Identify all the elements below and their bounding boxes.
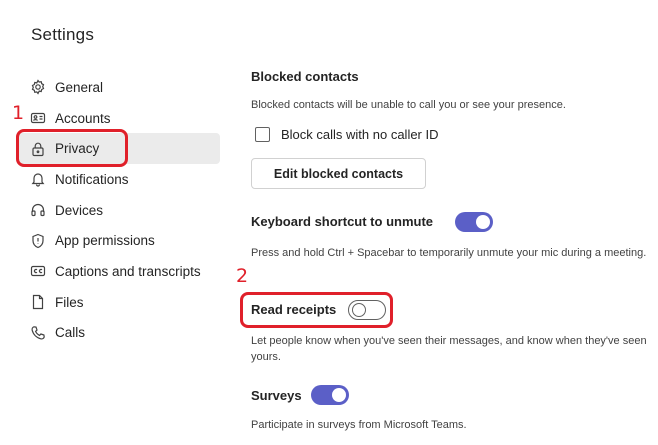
id-card-icon [30, 110, 46, 126]
block-no-caller-id-checkbox[interactable] [255, 127, 270, 142]
phone-icon [30, 325, 46, 341]
bell-icon [30, 171, 46, 187]
sidebar-item-label: Captions and transcripts [55, 263, 201, 279]
block-no-caller-id-row[interactable]: Block calls with no caller ID [255, 127, 439, 142]
headset-icon [30, 202, 46, 218]
settings-sidebar: General Accounts Privacy Notifications D… [16, 72, 220, 348]
keyboard-shortcut-toggle[interactable] [455, 212, 493, 232]
sidebar-item-calls[interactable]: Calls [16, 318, 220, 349]
sidebar-item-files[interactable]: Files [16, 287, 220, 318]
blocked-contacts-description: Blocked contacts will be unable to call … [251, 99, 566, 111]
surveys-toggle[interactable] [311, 385, 349, 405]
toggle-knob [332, 388, 346, 402]
sidebar-item-captions[interactable]: Captions and transcripts [16, 256, 220, 287]
read-receipts-description: Let people know when you've seen their m… [251, 335, 647, 363]
sidebar-item-label: General [55, 79, 104, 95]
edit-blocked-contacts-button[interactable]: Edit blocked contacts [251, 158, 426, 189]
sidebar-item-general[interactable]: General [16, 72, 220, 103]
block-no-caller-id-label: Block calls with no caller ID [281, 127, 439, 142]
surveys-heading: Surveys [251, 388, 302, 403]
keyboard-shortcut-heading: Keyboard shortcut to unmute [251, 214, 434, 229]
sidebar-item-label: App permissions [55, 233, 155, 249]
sidebar-item-app-permissions[interactable]: App permissions [16, 225, 220, 256]
shield-icon [30, 233, 46, 249]
sidebar-item-label: Calls [55, 325, 86, 341]
annotation-box-privacy [16, 129, 128, 167]
annotation-number-1: 1 [12, 102, 25, 124]
sidebar-item-devices[interactable]: Devices [16, 195, 220, 226]
cc-icon [30, 263, 46, 279]
sidebar-item-notifications[interactable]: Notifications [16, 164, 220, 195]
sidebar-item-label: Accounts [55, 110, 111, 126]
page-title: Settings [31, 25, 95, 44]
sidebar-item-label: Notifications [55, 171, 129, 187]
gear-icon [30, 79, 46, 95]
annotation-box-read-receipts [240, 292, 393, 328]
toggle-knob [476, 215, 490, 229]
sidebar-item-label: Devices [55, 202, 104, 218]
sidebar-item-label: Files [55, 294, 84, 310]
blocked-contacts-heading: Blocked contacts [251, 69, 359, 84]
keyboard-shortcut-description: Press and hold Ctrl + Spacebar to tempor… [251, 247, 647, 259]
surveys-description: Participate in surveys from Microsoft Te… [251, 419, 467, 431]
annotation-number-2: 2 [236, 265, 249, 287]
file-icon [30, 294, 46, 310]
